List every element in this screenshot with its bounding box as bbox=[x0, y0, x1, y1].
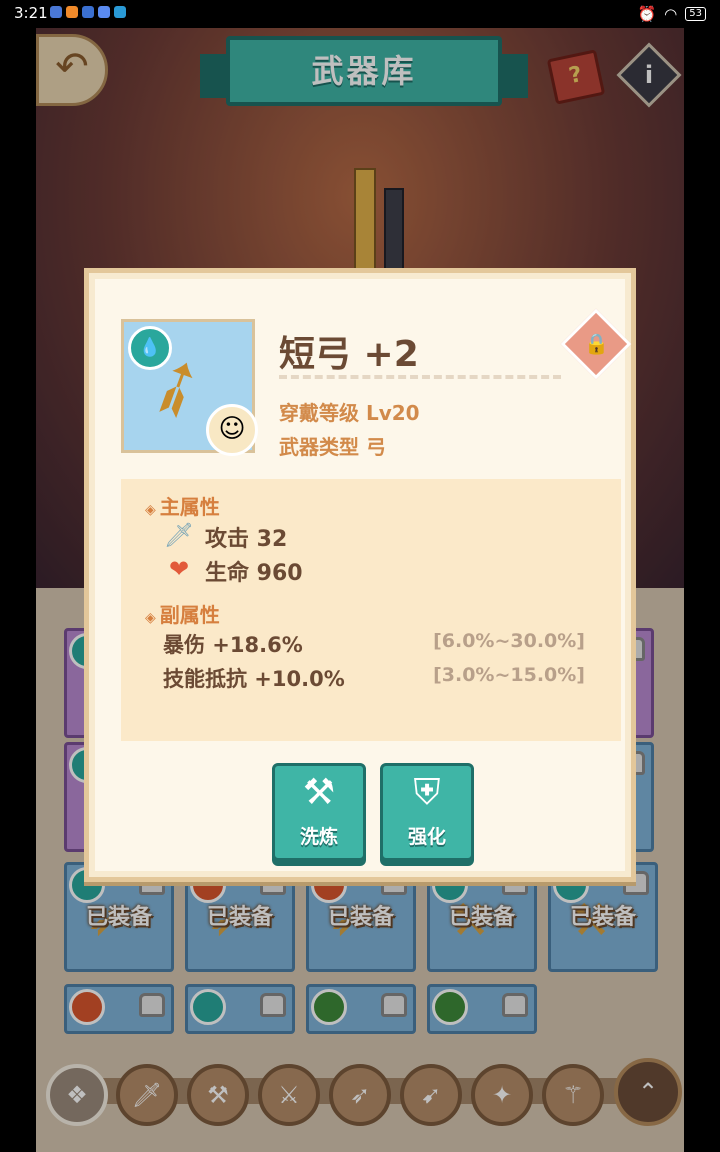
shield-sword-icon: ⛨ bbox=[413, 772, 441, 813]
sword-icon: 🗡 bbox=[163, 521, 195, 549]
crit-damage-stat: 暴伤 +18.6% bbox=[163, 633, 303, 657]
battery-icon: 53 bbox=[685, 7, 706, 21]
enhance-button[interactable]: ⛨ 强化 bbox=[380, 763, 474, 861]
dialog-body: ➶ 💧 ☺ 短弓 +2 🔒 穿戴等级 Lv20 武器类型 弓 ◈ 主属性 🗡 攻击… bbox=[95, 279, 632, 871]
reforge-label: 洗炼 bbox=[299, 826, 338, 848]
main-stats-header: ◈ 主属性 bbox=[145, 491, 220, 520]
app-notification-icon bbox=[82, 6, 94, 18]
weapon-detail-dialog: ➶ 💧 ☺ 短弓 +2 🔒 穿戴等级 Lv20 武器类型 弓 ◈ 主属性 🗡 攻击… bbox=[84, 268, 636, 882]
weapon-portrait: ➶ 💧 ☺ bbox=[121, 319, 258, 456]
sub-stats-title: 副属性 bbox=[159, 603, 220, 627]
wifi-icon: ◠ bbox=[664, 5, 678, 23]
notification-icons bbox=[50, 6, 126, 18]
status-time: 3:21 bbox=[14, 4, 48, 22]
lock-icon: 🔒 bbox=[584, 331, 610, 356]
app-notification-icon bbox=[50, 6, 62, 18]
status-bar: 3:21 ⏰ ◠ 53 bbox=[0, 0, 720, 28]
diamond-bullet-icon: ◈ bbox=[145, 502, 156, 518]
diamond-bullet-icon: ◈ bbox=[145, 610, 156, 626]
main-stats-title: 主属性 bbox=[159, 495, 220, 519]
alarm-icon: ⏰ bbox=[637, 5, 657, 23]
app-notification-icon bbox=[66, 6, 78, 18]
reforge-button[interactable]: ⚒ 洗炼 bbox=[272, 763, 366, 861]
crit-damage-range: [6.0%~30.0%] bbox=[433, 630, 585, 652]
attack-stat: 攻击 32 bbox=[205, 527, 288, 552]
heart-icon: ❤ bbox=[168, 555, 190, 583]
required-level: 穿戴等级 Lv20 bbox=[279, 401, 420, 425]
app-notification-icon bbox=[98, 6, 110, 18]
stats-panel: ◈ 主属性 🗡 攻击 32 ❤ 生命 960 ◈ 副属性 暴伤 +18.6% [6.… bbox=[121, 479, 621, 741]
lock-toggle-button[interactable]: 🔒 bbox=[560, 308, 632, 380]
divider bbox=[279, 375, 561, 379]
skill-resist-range: [3.0%~15.0%] bbox=[433, 664, 585, 686]
weapon-name: 短弓 +2 bbox=[279, 334, 419, 375]
anvil-icon: ⚒ bbox=[302, 772, 336, 813]
water-element-icon: 💧 bbox=[128, 326, 172, 370]
health-stat: 生命 960 bbox=[205, 561, 303, 586]
skill-resist-stat: 技能抵抗 +10.0% bbox=[163, 667, 345, 691]
enhance-label: 强化 bbox=[407, 826, 446, 848]
weapon-type: 武器类型 弓 bbox=[279, 435, 386, 459]
app-notification-icon bbox=[114, 6, 126, 18]
sub-stats-header: ◈ 副属性 bbox=[145, 599, 220, 628]
hero-avatar: ☺ bbox=[206, 404, 258, 456]
